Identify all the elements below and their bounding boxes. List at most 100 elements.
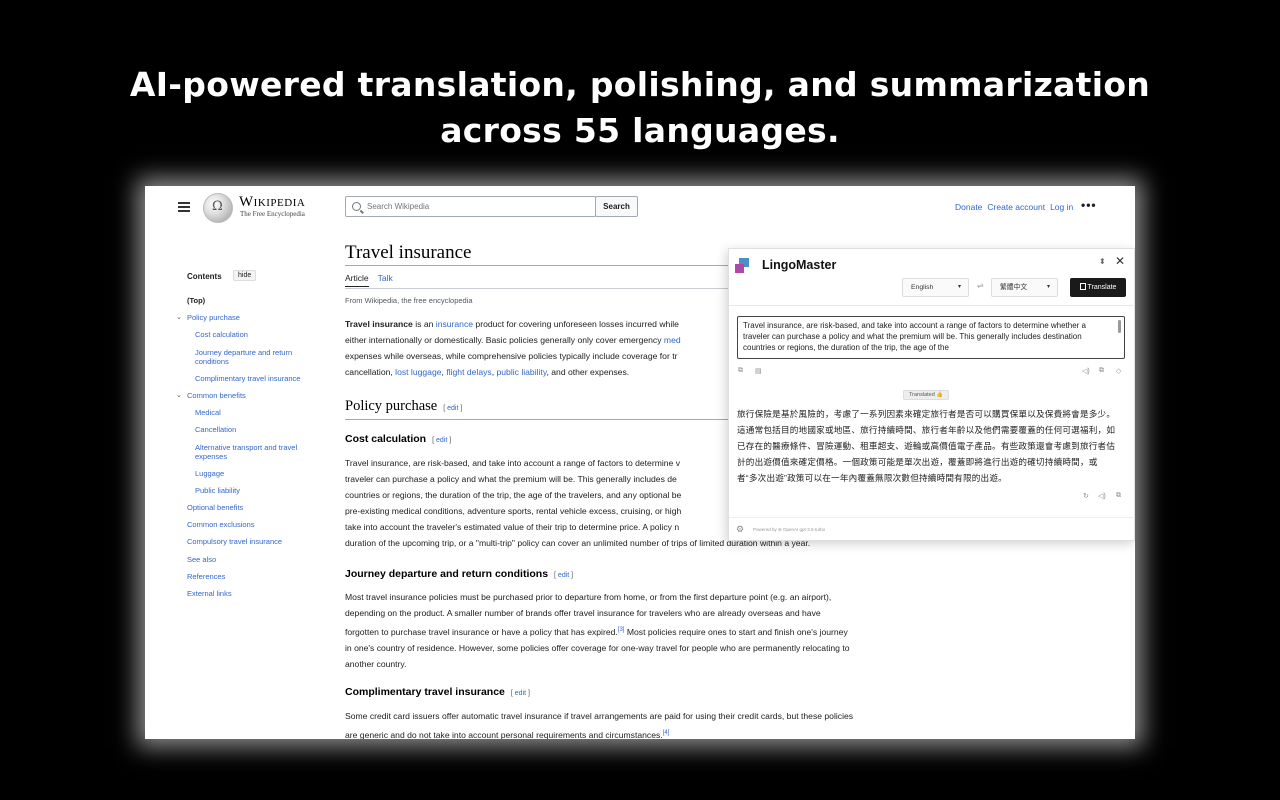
intro-bold-term: Travel insurance — [345, 319, 413, 329]
translation-output: 旅行保險是基於風險的，考慮了一系列因素來確定旅行者是否可以購買保單以及保費將會是… — [737, 409, 1116, 483]
toc-item-label: Medical — [195, 408, 221, 418]
toc-item-label: See also — [187, 554, 217, 564]
donate-link[interactable]: Donate — [955, 202, 982, 212]
clear-icon[interactable]: ◇ — [1116, 367, 1121, 375]
toc-item[interactable]: Optional benefits — [175, 503, 325, 512]
source-text: Travel insurance, are risk-based, and ta… — [743, 321, 1086, 352]
log-in-link[interactable]: Log in — [1050, 202, 1073, 212]
text-line: Some credit card issuers offer automatic… — [345, 711, 854, 721]
scrollbar[interactable] — [1118, 320, 1121, 333]
tab-talk[interactable]: Talk — [378, 273, 393, 287]
edit-link-wrapper: [ edit ] — [510, 690, 530, 697]
toc-item[interactable]: Journey departure and return conditions — [175, 348, 325, 366]
search-icon — [352, 202, 361, 211]
toc-item-label: Policy purchase — [187, 313, 240, 323]
wikipedia-globe-icon[interactable] — [203, 193, 233, 223]
text-span: are generic and do not take into account… — [345, 729, 663, 739]
medical-link[interactable]: med — [664, 335, 681, 345]
text-span: product for covering unforeseen losses i… — [473, 319, 679, 329]
toc-item[interactable]: Compulsory travel insurance — [175, 537, 325, 546]
text-line: forgotten to purchase travel insurance o… — [345, 621, 965, 640]
toc-item[interactable]: Medical — [175, 408, 325, 417]
toc-item-label: Common benefits — [187, 390, 246, 400]
search-input[interactable] — [367, 202, 567, 211]
lost-luggage-link[interactable]: lost luggage — [395, 367, 441, 377]
speaker-icon[interactable]: ◁) — [1098, 492, 1106, 500]
toc-title: Contents — [187, 272, 222, 281]
wikipedia-tagline: The Free Encyclopedia — [240, 210, 305, 218]
toc-item-label: Journey departure and return conditions — [195, 347, 293, 366]
speaker-icon[interactable]: ◁) — [1082, 367, 1090, 375]
copy-icon[interactable]: ⧉ — [738, 367, 743, 375]
heading-text: Complimentary travel insurance — [345, 686, 505, 698]
pin-icon[interactable]: ⬍ — [1099, 257, 1106, 266]
refresh-icon[interactable]: ↻ — [1083, 492, 1089, 500]
translate-button[interactable]: Translate — [1070, 278, 1126, 297]
text-line: Most travel insurance policies must be p… — [345, 592, 832, 602]
toc-item[interactable]: References — [175, 572, 325, 581]
toc-item[interactable]: ⌄ Policy purchase — [175, 313, 325, 322]
toc-item[interactable]: Alternative transport and travel expense… — [175, 443, 325, 461]
text-line: another country. — [345, 658, 407, 669]
edit-link-wrapper: [ edit ] — [554, 572, 574, 579]
tab-article[interactable]: Article — [345, 273, 369, 287]
source-text-area[interactable]: Travel insurance, are risk-based, and ta… — [737, 316, 1125, 359]
toc-item-label: (Top) — [187, 296, 206, 305]
lingomaster-title: LingoMaster — [762, 258, 837, 272]
toc-hide-button[interactable]: hide — [233, 270, 257, 281]
logo-mark-b — [735, 264, 744, 273]
toc-item-label: Luggage — [195, 468, 225, 478]
wikipedia-wordmark[interactable]: Wikipedia — [239, 194, 305, 211]
text-line: are generic and do not take into account… — [345, 724, 965, 739]
search-box[interactable] — [345, 196, 596, 217]
gear-icon[interactable]: ⚙ — [736, 524, 744, 535]
chevron-down-icon: ▾ — [957, 284, 961, 290]
reference-link[interactable]: [4] — [663, 730, 670, 736]
copy-source-icon[interactable]: ⧉ — [1099, 367, 1104, 375]
more-options-icon[interactable]: ••• — [1081, 198, 1097, 212]
edit-link[interactable]: edit — [515, 690, 526, 697]
complimentary-paragraph: Some credit card issuers offer automatic… — [345, 708, 965, 739]
edit-link[interactable]: edit — [447, 405, 458, 412]
toc-item[interactable]: Luggage — [175, 469, 325, 478]
toc-item[interactable]: Common exclusions — [175, 520, 325, 529]
copy-icon[interactable]: ⧉ — [1116, 492, 1121, 500]
target-language-select[interactable]: 繁體中文 ▾ — [991, 278, 1058, 297]
swap-languages-icon[interactable]: ⇌ — [977, 281, 984, 290]
text-span: forgotten to purchase travel insurance o… — [345, 626, 618, 637]
close-icon[interactable]: ✕ — [1115, 254, 1125, 268]
edit-link[interactable]: edit — [436, 437, 447, 444]
search-button[interactable]: Search — [595, 196, 638, 217]
text-span: expenses while overseas, while comprehen… — [345, 351, 678, 361]
journey-paragraph: Most travel insurance policies must be p… — [345, 589, 965, 672]
chevron-down-icon[interactable]: ⌄ — [176, 391, 182, 400]
toc-item[interactable]: (Top) — [175, 296, 325, 305]
insurance-link[interactable]: insurance — [436, 319, 473, 329]
toc-item-label: Cancellation — [195, 425, 237, 435]
translate-button-label: Translate — [1087, 284, 1117, 291]
chevron-down-icon[interactable]: ⌄ — [176, 313, 182, 322]
flight-delays-link[interactable]: flight delays — [446, 367, 491, 377]
text-span: Most policies require ones to start and … — [624, 626, 848, 637]
translate-icon — [1079, 283, 1086, 290]
edit-link-wrapper: [ edit ] — [432, 437, 452, 444]
toc-item[interactable]: Cancellation — [175, 425, 325, 434]
heading-policy-purchase: Policy purchase [ edit ] — [345, 398, 462, 415]
toc-item[interactable]: See also — [175, 555, 325, 564]
panel-divider — [729, 305, 1135, 306]
history-icon[interactable]: ▤ — [755, 367, 762, 375]
toc-item[interactable]: External links — [175, 589, 325, 598]
menu-icon[interactable] — [178, 202, 190, 212]
headline-line-1: AI-powered translation, polishing, and s… — [129, 65, 1151, 104]
toc-item[interactable]: Complimentary travel insurance — [175, 374, 325, 383]
text-line: depending on the product. A smaller numb… — [345, 608, 821, 618]
create-account-link[interactable]: Create account — [987, 202, 1045, 212]
toc-item[interactable]: ⌄ Common benefits — [175, 391, 325, 400]
toc-item[interactable]: Cost calculation — [175, 330, 325, 339]
edit-link[interactable]: edit — [558, 572, 569, 579]
public-liability-link[interactable]: public liability — [496, 367, 546, 377]
edit-link-wrapper: [ edit ] — [443, 405, 463, 412]
source-language-select[interactable]: English ▾ — [902, 278, 969, 297]
text-span: is an — [412, 319, 436, 329]
toc-item[interactable]: Public liability — [175, 486, 325, 495]
